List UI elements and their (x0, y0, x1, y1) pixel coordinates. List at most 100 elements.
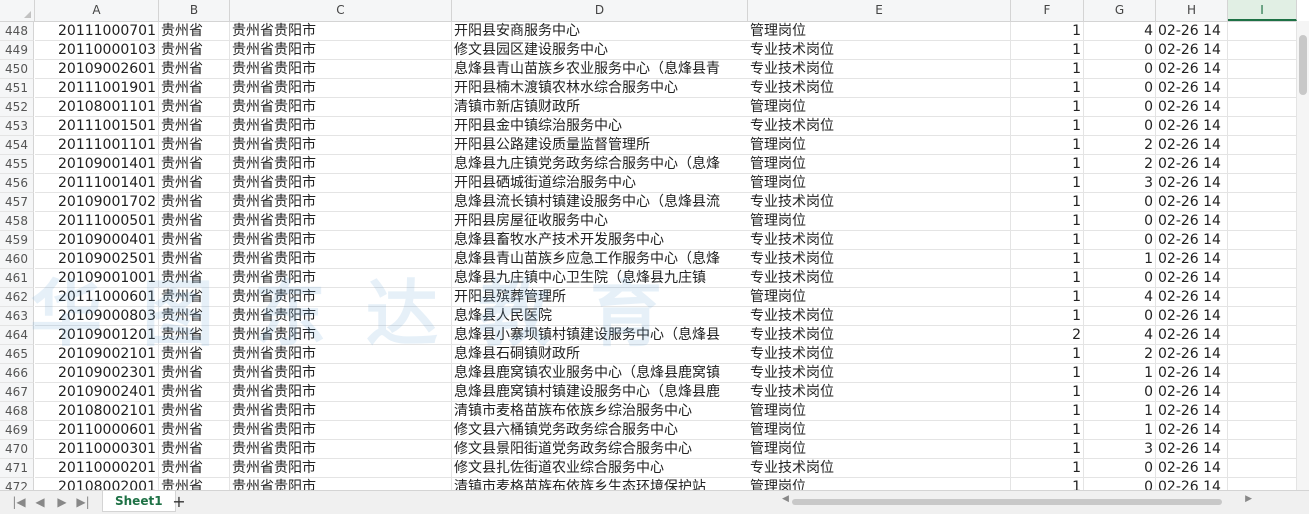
cell-g[interactable]: 2 (1084, 155, 1156, 174)
cell-h[interactable]: 02-26 14 (1156, 136, 1228, 155)
cell-e[interactable]: 专业技术岗位 (748, 41, 1011, 60)
cell-a[interactable]: 20110000301 (35, 440, 159, 459)
cell-a[interactable]: 20110000103 (35, 41, 159, 60)
cell-h[interactable]: 02-26 14 (1156, 117, 1228, 136)
cell-e[interactable]: 专业技术岗位 (748, 79, 1011, 98)
cell-i[interactable] (1228, 269, 1297, 288)
cell-d[interactable]: 息烽县石硐镇财政所 (452, 345, 748, 364)
cell-g[interactable]: 2 (1084, 136, 1156, 155)
cell-h[interactable]: 02-26 14 (1156, 364, 1228, 383)
cell-d[interactable]: 修文县扎佐街道农业综合服务中心 (452, 459, 748, 478)
cell-h[interactable]: 02-26 14 (1156, 250, 1228, 269)
cell-b[interactable]: 贵州省 (159, 345, 230, 364)
cell-b[interactable]: 贵州省 (159, 364, 230, 383)
row-header[interactable]: 468 (0, 402, 34, 421)
cell-c[interactable]: 贵州省贵阳市 (230, 478, 452, 490)
cell-c[interactable]: 贵州省贵阳市 (230, 79, 452, 98)
cell-g[interactable]: 0 (1084, 60, 1156, 79)
row-header[interactable]: 470 (0, 440, 34, 459)
row-header[interactable]: 464 (0, 326, 34, 345)
cell-f[interactable]: 1 (1011, 212, 1084, 231)
cell-g[interactable]: 0 (1084, 269, 1156, 288)
cell-i[interactable] (1228, 193, 1297, 212)
cell-e[interactable]: 专业技术岗位 (748, 326, 1011, 345)
cell-a[interactable]: 20111000501 (35, 212, 159, 231)
cell-a[interactable]: 20109002501 (35, 250, 159, 269)
cell-d[interactable]: 开阳县楠木渡镇农林水综合服务中心 (452, 79, 748, 98)
cell-b[interactable]: 贵州省 (159, 79, 230, 98)
cell-b[interactable]: 贵州省 (159, 440, 230, 459)
cell-i[interactable] (1228, 212, 1297, 231)
cell-e[interactable]: 管理岗位 (748, 212, 1011, 231)
cell-c[interactable]: 贵州省贵阳市 (230, 155, 452, 174)
cell-h[interactable]: 02-26 14 (1156, 231, 1228, 250)
cell-h[interactable]: 02-26 14 (1156, 41, 1228, 60)
cell-b[interactable]: 贵州省 (159, 421, 230, 440)
cell-c[interactable]: 贵州省贵阳市 (230, 22, 452, 41)
cell-f[interactable]: 1 (1011, 22, 1084, 41)
cell-g[interactable]: 1 (1084, 250, 1156, 269)
cell-b[interactable]: 贵州省 (159, 459, 230, 478)
cell-d[interactable]: 开阳县公路建设质量监督管理所 (452, 136, 748, 155)
cell-h[interactable]: 02-26 14 (1156, 421, 1228, 440)
cell-h[interactable]: 02-26 14 (1156, 193, 1228, 212)
row-header[interactable]: 467 (0, 383, 34, 402)
cell-h[interactable]: 02-26 14 (1156, 79, 1228, 98)
column-header-b[interactable]: B (159, 0, 230, 21)
row-header[interactable]: 465 (0, 345, 34, 364)
cell-g[interactable]: 2 (1084, 345, 1156, 364)
row-header[interactable]: 451 (0, 79, 34, 98)
cell-d[interactable]: 开阳县殡葬管理所 (452, 288, 748, 307)
cell-g[interactable]: 3 (1084, 440, 1156, 459)
cell-e[interactable]: 专业技术岗位 (748, 345, 1011, 364)
cell-a[interactable]: 20111001901 (35, 79, 159, 98)
cell-d[interactable]: 修文县景阳街道党务政务综合服务中心 (452, 440, 748, 459)
column-header-d[interactable]: D (452, 0, 748, 21)
cell-c[interactable]: 贵州省贵阳市 (230, 440, 452, 459)
cell-f[interactable]: 1 (1011, 98, 1084, 117)
cell-f[interactable]: 1 (1011, 193, 1084, 212)
cell-h[interactable]: 02-26 14 (1156, 60, 1228, 79)
cell-a[interactable]: 20109002601 (35, 60, 159, 79)
cell-e[interactable]: 管理岗位 (748, 136, 1011, 155)
cell-e[interactable]: 管理岗位 (748, 98, 1011, 117)
cell-e[interactable]: 专业技术岗位 (748, 231, 1011, 250)
row-header[interactable]: 460 (0, 250, 34, 269)
next-sheet-button[interactable]: ▶ (53, 493, 71, 511)
cell-b[interactable]: 贵州省 (159, 60, 230, 79)
cell-d[interactable]: 息烽县九庄镇中心卫生院（息烽县九庄镇 (452, 269, 748, 288)
cell-d[interactable]: 清镇市新店镇财政所 (452, 98, 748, 117)
row-header[interactable]: 454 (0, 136, 34, 155)
cell-e[interactable]: 管理岗位 (748, 402, 1011, 421)
cell-d[interactable]: 息烽县鹿窝镇农业服务中心（息烽县鹿窝镇 (452, 364, 748, 383)
cell-b[interactable]: 贵州省 (159, 231, 230, 250)
cell-h[interactable]: 02-26 14 (1156, 307, 1228, 326)
column-header-h[interactable]: H (1156, 0, 1228, 21)
cell-b[interactable]: 贵州省 (159, 269, 230, 288)
cell-f[interactable]: 1 (1011, 421, 1084, 440)
cell-i[interactable] (1228, 326, 1297, 345)
cell-i[interactable] (1228, 383, 1297, 402)
cell-g[interactable]: 4 (1084, 22, 1156, 41)
cell-d[interactable]: 清镇市麦格苗族布依族乡生态环境保护站 (452, 478, 748, 490)
cell-h[interactable]: 02-26 14 (1156, 478, 1228, 490)
cell-a[interactable]: 20109002401 (35, 383, 159, 402)
cell-i[interactable] (1228, 117, 1297, 136)
row-header[interactable]: 453 (0, 117, 34, 136)
cell-i[interactable] (1228, 60, 1297, 79)
cell-e[interactable]: 专业技术岗位 (748, 117, 1011, 136)
cell-a[interactable]: 20109001001 (35, 269, 159, 288)
cell-g[interactable]: 3 (1084, 174, 1156, 193)
cell-g[interactable]: 0 (1084, 383, 1156, 402)
cell-i[interactable] (1228, 41, 1297, 60)
cell-e[interactable]: 管理岗位 (748, 478, 1011, 490)
row-header[interactable]: 466 (0, 364, 34, 383)
cell-i[interactable] (1228, 98, 1297, 117)
cell-d[interactable]: 开阳县房屋征收服务中心 (452, 212, 748, 231)
prev-sheet-button[interactable]: ◀ (31, 493, 49, 511)
cell-i[interactable] (1228, 174, 1297, 193)
cell-a[interactable]: 20109000401 (35, 231, 159, 250)
cell-c[interactable]: 贵州省贵阳市 (230, 174, 452, 193)
row-header[interactable]: 461 (0, 269, 34, 288)
cell-f[interactable]: 1 (1011, 288, 1084, 307)
